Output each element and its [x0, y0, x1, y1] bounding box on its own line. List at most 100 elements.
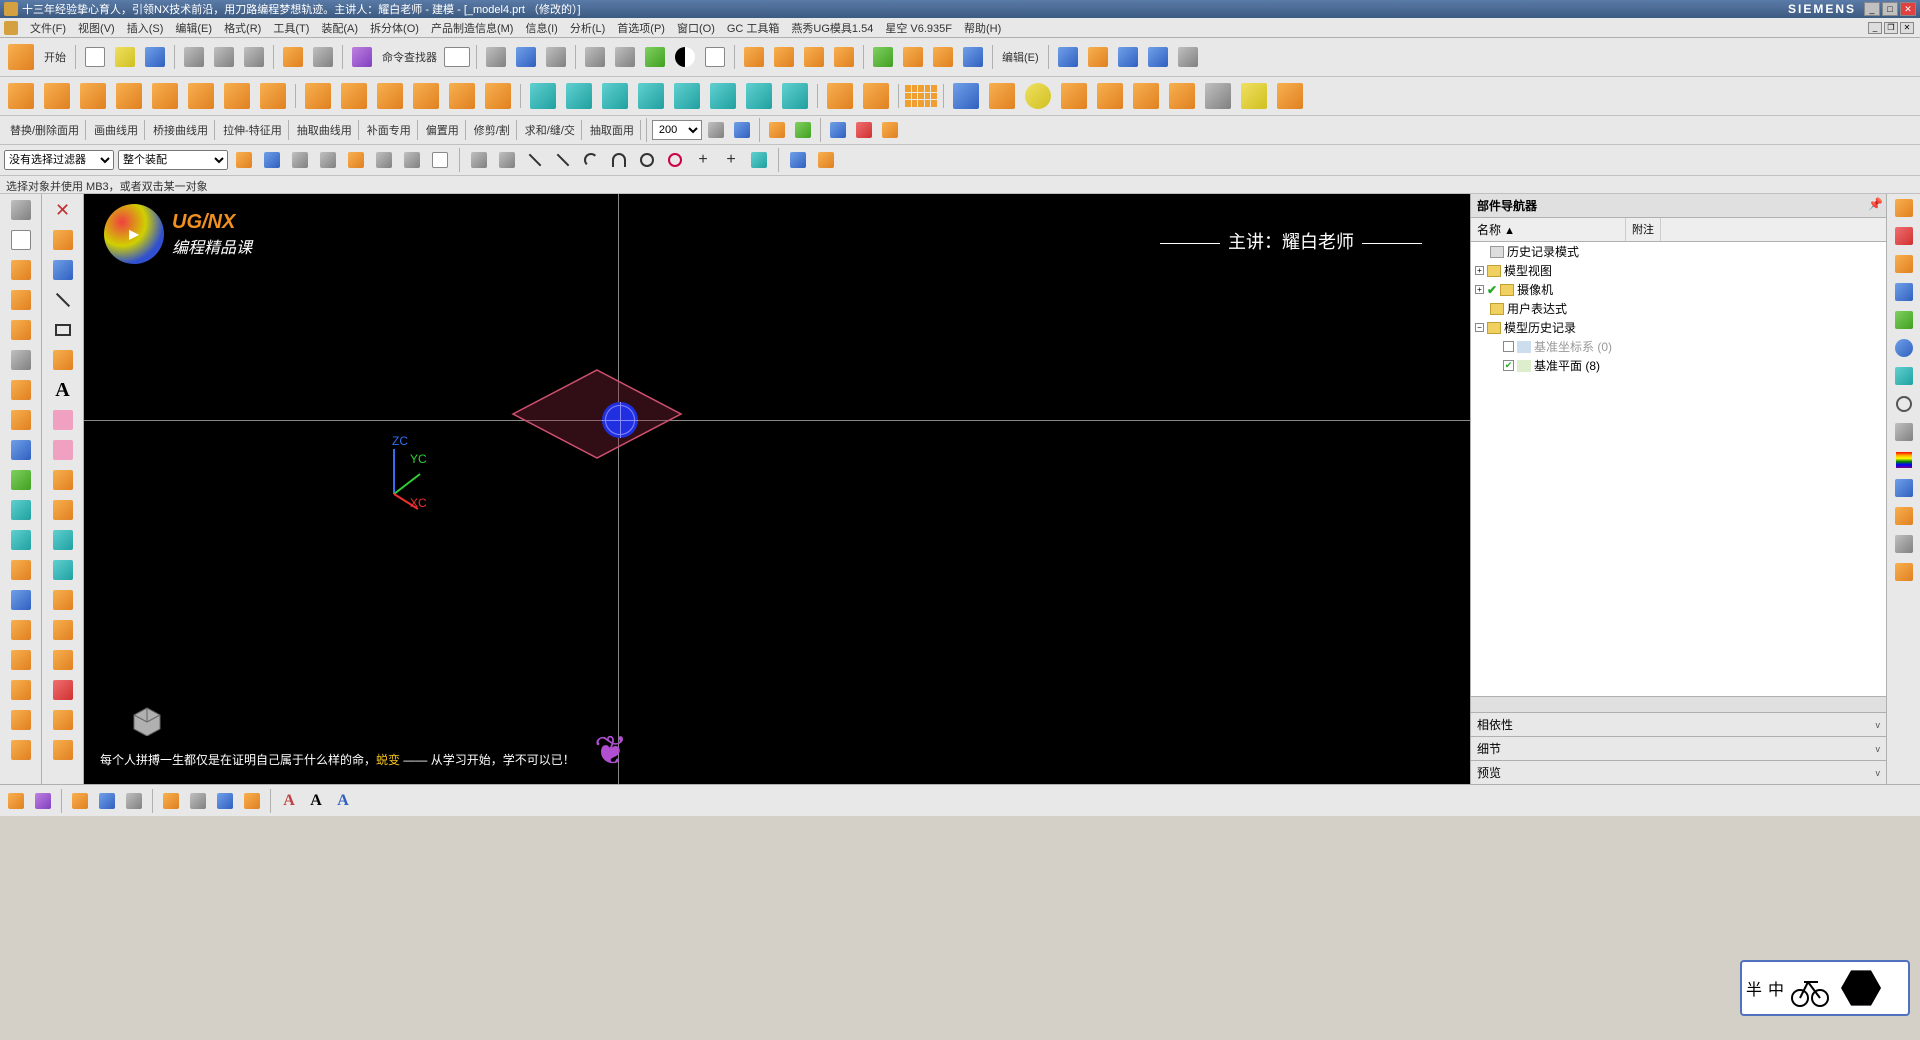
rb-hd3d-tab[interactable]: [1892, 308, 1916, 332]
curve-btn-2[interactable]: [1084, 43, 1112, 71]
open-file-button[interactable]: [111, 43, 139, 71]
feat-btn-7[interactable]: [220, 79, 254, 113]
feat-btn-2[interactable]: [40, 79, 74, 113]
maximize-button[interactable]: □: [1882, 2, 1898, 16]
tree-row-datum-csys[interactable]: 基准坐标系 (0): [1471, 337, 1886, 356]
sel-tool-4[interactable]: [316, 148, 340, 172]
surf-btn-5[interactable]: [670, 79, 704, 113]
minimize-button[interactable]: _: [1864, 2, 1880, 16]
tb3-item-2[interactable]: 桥接曲线用: [147, 120, 215, 140]
close-button[interactable]: ✕: [1900, 2, 1916, 16]
sel-tool-8[interactable]: [428, 148, 452, 172]
scope-filter-dropdown[interactable]: 整个装配: [118, 150, 228, 170]
feat-btn-9[interactable]: [301, 79, 335, 113]
wcs-triad[interactable]: ZC YC XC: [384, 434, 444, 514]
mold-btn-2[interactable]: [985, 79, 1019, 113]
rb-misc-tab-2[interactable]: [1892, 532, 1916, 556]
nav-tree[interactable]: 历史记录模式 + 模型视图 + ✔ 摄像机 用户表达式 − 模型历史记: [1471, 242, 1886, 696]
sketch-diamond[interactable]: [509, 366, 685, 462]
nav-section-preview[interactable]: 预览v: [1471, 760, 1886, 784]
tb3-icon-6[interactable]: [852, 118, 876, 142]
surf-btn-6[interactable]: [706, 79, 740, 113]
rb-reuse-tab[interactable]: [1892, 280, 1916, 304]
lt1-btn-7[interactable]: [7, 376, 35, 404]
mold-btn-1[interactable]: [949, 79, 983, 113]
type-filter-dropdown[interactable]: 没有选择过滤器: [4, 150, 114, 170]
mold-btn-6[interactable]: [1129, 79, 1163, 113]
view-btn-2[interactable]: [512, 43, 540, 71]
nav-section-dependency[interactable]: 相依性v: [1471, 712, 1886, 736]
start-button[interactable]: [4, 40, 38, 74]
menu-gctoolbox[interactable]: GC 工具箱: [721, 18, 786, 38]
lt2-btn-10[interactable]: [49, 466, 77, 494]
bt-btn-9[interactable]: [240, 789, 264, 813]
feat-btn-6[interactable]: [184, 79, 218, 113]
lt2-curve-button[interactable]: [49, 346, 77, 374]
feat-btn-10[interactable]: [337, 79, 371, 113]
lt2-line-button[interactable]: [49, 286, 77, 314]
surf-btn-9[interactable]: [823, 79, 857, 113]
tb3-icon-5[interactable]: [826, 118, 850, 142]
tree-row-user-expr[interactable]: 用户表达式: [1471, 299, 1886, 318]
bt-btn-1[interactable]: [4, 789, 28, 813]
tb3-item-7[interactable]: 修剪/割: [468, 120, 517, 140]
lt2-btn-15[interactable]: [49, 616, 77, 644]
surf-btn-10[interactable]: [859, 79, 893, 113]
surf-btn-8[interactable]: [778, 79, 812, 113]
bt-btn-8[interactable]: [213, 789, 237, 813]
rb-constraint-tab[interactable]: [1892, 252, 1916, 276]
redo-button[interactable]: [309, 43, 337, 71]
view-orientation-cube[interactable]: [132, 706, 162, 736]
tb3-icon-4[interactable]: [791, 118, 815, 142]
rb-part-navigator-tab[interactable]: [1892, 196, 1916, 220]
rb-clock-tab[interactable]: [1892, 392, 1916, 416]
lt1-btn-19[interactable]: [7, 736, 35, 764]
lt1-btn-5[interactable]: [7, 316, 35, 344]
tb3-icon-7[interactable]: [878, 118, 902, 142]
lt1-btn-9[interactable]: [7, 436, 35, 464]
menu-edit[interactable]: 编辑(E): [169, 18, 218, 38]
bt-text-a1[interactable]: A: [277, 789, 301, 813]
feat-btn-3[interactable]: [76, 79, 110, 113]
mold-btn-9[interactable]: [1237, 79, 1271, 113]
tb3-item-0[interactable]: 替换/删除面用: [4, 120, 86, 140]
menu-window[interactable]: 窗口(O): [671, 18, 721, 38]
surf-btn-7[interactable]: [742, 79, 776, 113]
menu-split[interactable]: 拆分体(O): [364, 18, 425, 38]
tree-row-model-view[interactable]: + 模型视图: [1471, 261, 1886, 280]
measure-button[interactable]: [800, 43, 828, 71]
tb3-item-9[interactable]: 抽取面用: [584, 120, 641, 140]
tree-row-camera[interactable]: + ✔ 摄像机: [1471, 280, 1886, 299]
lt2-text-button[interactable]: A: [49, 376, 77, 404]
cmd-finder-input[interactable]: [443, 43, 471, 71]
copy-button[interactable]: [210, 43, 238, 71]
bt-text-a2[interactable]: A: [304, 789, 328, 813]
tb3-item-3[interactable]: 拉伸-特征用: [217, 120, 289, 140]
lt1-btn-16[interactable]: [7, 646, 35, 674]
feature-button[interactable]: [348, 43, 376, 71]
lt1-btn-10[interactable]: [7, 466, 35, 494]
snap-line-2[interactable]: [551, 148, 575, 172]
feat-btn-8[interactable]: [256, 79, 290, 113]
menu-yanxiu[interactable]: 燕秀UG模具1.54: [785, 18, 879, 38]
expander-icon[interactable]: −: [1475, 323, 1484, 332]
checkbox-checked[interactable]: ✔: [1503, 360, 1514, 371]
bt-btn-4[interactable]: [95, 789, 119, 813]
sel-tool-2[interactable]: [260, 148, 284, 172]
wcs-button[interactable]: [740, 43, 768, 71]
tb3-item-4[interactable]: 抽取曲线用: [291, 120, 359, 140]
mold-btn-4[interactable]: [1057, 79, 1091, 113]
section-button[interactable]: [830, 43, 858, 71]
feat-btn-4[interactable]: [112, 79, 146, 113]
menu-view[interactable]: 视图(V): [72, 18, 121, 38]
sel-tool-5[interactable]: [344, 148, 368, 172]
mold-btn-5[interactable]: [1093, 79, 1127, 113]
rb-history-tab[interactable]: [1892, 364, 1916, 388]
lt2-rect-button[interactable]: [49, 316, 77, 344]
layer-button[interactable]: [770, 43, 798, 71]
rb-misc-tab-1[interactable]: [1892, 504, 1916, 528]
render-face-button[interactable]: [701, 43, 729, 71]
surf-btn-3[interactable]: [598, 79, 632, 113]
save-file-button[interactable]: [141, 43, 169, 71]
feat-btn-11[interactable]: [373, 79, 407, 113]
